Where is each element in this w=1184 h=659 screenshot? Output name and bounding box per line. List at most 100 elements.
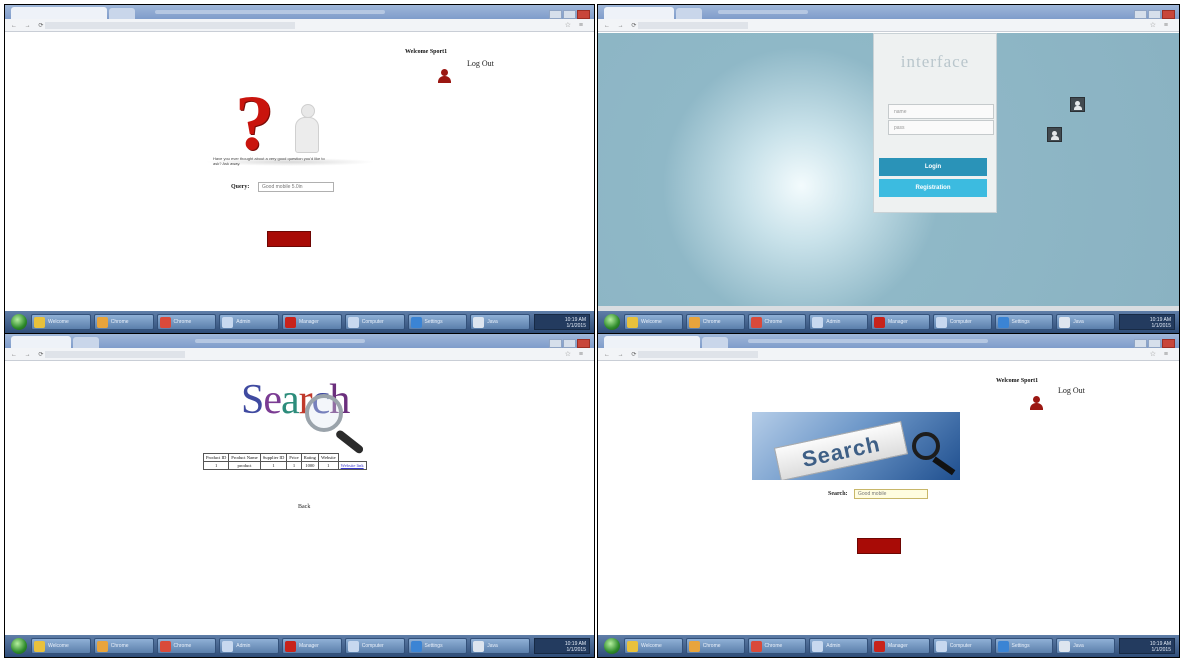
start-button[interactable]	[11, 638, 27, 654]
taskbar-item-label: Admin	[826, 319, 841, 325]
taskbar-item[interactable]: Manager	[282, 638, 342, 654]
new-tab-button[interactable]	[109, 8, 135, 19]
start-button[interactable]	[11, 314, 27, 330]
taskbar-item[interactable]: Manager	[871, 314, 930, 330]
password-input[interactable]: pass	[888, 120, 994, 135]
taskbar-item[interactable]: Admin	[809, 638, 868, 654]
taskbar-item[interactable]: Computer	[932, 638, 992, 654]
taskbar-item[interactable]: Settings	[994, 638, 1054, 654]
url-field[interactable]	[638, 22, 748, 29]
maximize-button[interactable]	[563, 339, 576, 348]
system-tray[interactable]: 10:19 AM 1/1/2015	[1119, 314, 1175, 330]
submit-button[interactable]	[857, 538, 901, 554]
taskbar-item[interactable]: Admin	[809, 314, 868, 330]
close-button[interactable]	[577, 10, 590, 19]
browser-tab[interactable]	[11, 336, 71, 348]
taskbar-item[interactable]: Manager	[871, 638, 930, 654]
folder-icon	[34, 316, 45, 328]
new-tab-button[interactable]	[73, 337, 99, 348]
taskbar: Welcome Chrome Chrome Admin Manager Computer S…	[5, 311, 594, 333]
taskbar-item[interactable]: Chrome	[156, 314, 217, 330]
taskbar-item[interactable]: Computer	[932, 314, 992, 330]
minimize-button[interactable]	[549, 10, 562, 19]
maximize-button[interactable]	[563, 10, 576, 19]
acrobat-icon	[285, 640, 296, 652]
lock-icon[interactable]	[1047, 127, 1062, 142]
website-link[interactable]: Website link	[337, 461, 367, 470]
taskbar-item[interactable]: Java	[1056, 638, 1115, 654]
star-icon[interactable]: ☆ ≡	[565, 21, 586, 29]
taskbar-item-label: Computer	[949, 643, 972, 649]
taskbar-item[interactable]: Chrome	[747, 314, 807, 330]
system-tray[interactable]: 10:19 AM 1/1/2015	[534, 314, 590, 330]
user-icon[interactable]	[1070, 97, 1085, 112]
close-button[interactable]	[577, 339, 590, 348]
taskbar-item[interactable]: Chrome	[156, 638, 217, 654]
taskbar-item[interactable]: Chrome	[685, 314, 745, 330]
search-input[interactable]: Good mobile	[854, 489, 928, 499]
start-button[interactable]	[604, 638, 620, 654]
browser-tab[interactable]	[604, 336, 700, 348]
taskbar-item[interactable]: Admin	[219, 638, 279, 654]
star-icon[interactable]: ☆ ≡	[565, 350, 586, 358]
taskbar-item-label: Java	[1073, 319, 1084, 325]
taskbar-item[interactable]: Computer	[344, 638, 405, 654]
globe-icon	[997, 316, 1009, 328]
login-card: interface name pass Login Registration	[873, 33, 997, 213]
minimize-button[interactable]	[549, 339, 562, 348]
url-field[interactable]	[45, 351, 185, 358]
url-field[interactable]	[45, 22, 295, 29]
window-icon	[812, 640, 824, 652]
login-button[interactable]: Login	[879, 158, 987, 176]
titlebar-text	[718, 10, 808, 14]
new-tab-button[interactable]	[676, 8, 702, 19]
taskbar-item[interactable]: Chrome	[93, 638, 154, 654]
star-icon[interactable]: ☆ ≡	[1150, 21, 1171, 29]
start-button[interactable]	[604, 314, 620, 330]
close-button[interactable]	[1162, 10, 1175, 19]
taskbar-item[interactable]: Welcome	[624, 638, 683, 654]
taskbar-item[interactable]: Java	[470, 638, 530, 654]
taskbar-item[interactable]: Settings	[407, 638, 468, 654]
taskbar-item[interactable]: Java	[1056, 314, 1115, 330]
logout-link[interactable]: Log Out	[467, 59, 494, 68]
minimize-button[interactable]	[1134, 10, 1147, 19]
column-header: Website	[317, 453, 339, 462]
taskbar-item-label: Settings	[1011, 643, 1030, 649]
welcome-text: Welcome Sport1	[996, 378, 1039, 384]
minimize-button[interactable]	[1134, 339, 1147, 348]
new-tab-button[interactable]	[702, 337, 728, 348]
taskbar-item[interactable]: Computer	[344, 314, 405, 330]
taskbar-item[interactable]: Settings	[407, 314, 468, 330]
taskbar-item[interactable]: Admin	[219, 314, 279, 330]
taskbar-item[interactable]: Java	[470, 314, 530, 330]
taskbar-item[interactable]: Settings	[994, 314, 1054, 330]
logout-link[interactable]: Log Out	[1058, 386, 1085, 395]
taskbar-item[interactable]: Welcome	[624, 314, 683, 330]
close-button[interactable]	[1162, 339, 1175, 348]
system-tray[interactable]: 10:19 AM 1/1/2015	[1119, 638, 1175, 654]
registration-button[interactable]: Registration	[879, 179, 987, 197]
taskbar-item[interactable]: Manager	[282, 314, 342, 330]
system-tray[interactable]: 10:19 AM 1/1/2015	[534, 638, 590, 654]
maximize-button[interactable]	[1148, 339, 1161, 348]
taskbar-item[interactable]: Welcome	[31, 638, 91, 654]
taskbar-item[interactable]: Chrome	[747, 638, 807, 654]
maximize-button[interactable]	[1148, 10, 1161, 19]
username-input[interactable]: name	[888, 104, 994, 119]
back-link[interactable]: Back	[298, 504, 310, 510]
taskbar-item[interactable]: Welcome	[31, 314, 91, 330]
taskbar-item[interactable]: Chrome	[93, 314, 154, 330]
star-icon[interactable]: ☆ ≡	[1150, 350, 1171, 358]
browser-tab[interactable]	[11, 7, 107, 19]
nav-arrows-icon[interactable]: ← → ⟳	[604, 351, 639, 358]
browser-tab[interactable]	[604, 7, 674, 19]
url-field[interactable]	[638, 351, 758, 358]
chrome-icon	[96, 640, 108, 652]
nav-arrows-icon[interactable]: ← → ⟳	[604, 22, 639, 29]
nav-arrows-icon[interactable]: ← → ⟳	[11, 351, 46, 358]
taskbar-item[interactable]: Chrome	[685, 638, 745, 654]
submit-button[interactable]	[267, 231, 311, 247]
nav-arrows-icon[interactable]: ← → ⟳	[11, 22, 46, 29]
query-input[interactable]: Good mobile 5.0in	[258, 182, 334, 192]
